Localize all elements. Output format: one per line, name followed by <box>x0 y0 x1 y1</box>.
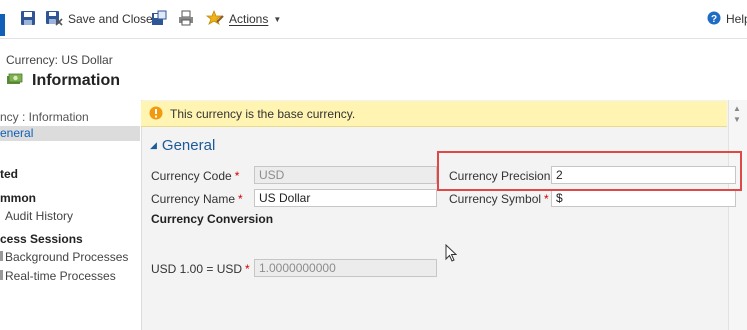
nav-section-common: mmon <box>0 191 36 205</box>
nav-item-icon <box>0 270 3 280</box>
actions-menu[interactable]: Actions ▼ <box>205 9 282 29</box>
required-marker: * <box>245 262 250 276</box>
currency-name-field[interactable]: US Dollar <box>254 189 437 207</box>
required-marker: * <box>238 192 243 206</box>
nav-item-audit-history[interactable]: Audit History <box>5 209 73 223</box>
actions-label: Actions <box>229 12 269 26</box>
notification-text: This currency is the base currency. <box>170 107 356 121</box>
warning-icon <box>149 106 163 123</box>
currency-symbol-field[interactable]: $ <box>551 189 736 207</box>
nav-item-label: Background Processes <box>5 250 129 264</box>
currency-name-label: Currency Name * <box>151 192 243 206</box>
nav-item-background-processes[interactable]: Background Processes <box>0 250 128 264</box>
scroll-up-icon[interactable]: ▲ <box>733 104 741 113</box>
form-selector[interactable]: Information <box>6 71 120 90</box>
nav-item-icon <box>0 251 3 261</box>
nav-bar-edge[interactable] <box>0 14 5 36</box>
save-and-new-button[interactable] <box>151 9 167 29</box>
save-button[interactable] <box>20 9 36 29</box>
nav-item-realtime-processes[interactable]: Real-time Processes <box>0 269 116 283</box>
notification-bar: This currency is the base currency. <box>141 101 727 127</box>
currency-entity-icon <box>6 71 24 90</box>
print-icon <box>178 10 194 29</box>
save-and-close-icon <box>45 10 63 29</box>
exchange-rate-label-text: USD 1.00 = USD <box>151 262 243 276</box>
section-header-general[interactable]: ◢ General <box>150 137 215 154</box>
form-title: Information <box>32 71 120 89</box>
chevron-down-icon: ▼ <box>273 14 282 24</box>
required-marker: * <box>234 169 240 183</box>
actions-icon <box>205 9 224 29</box>
scroll-down-icon[interactable]: ▼ <box>733 115 741 124</box>
currency-code-field[interactable]: USD <box>254 166 437 184</box>
nav-form-link[interactable]: ncy : Information <box>0 110 89 124</box>
section-title: General <box>161 137 216 154</box>
svg-text:?: ? <box>711 14 717 25</box>
help-button[interactable]: ? Help <box>707 9 747 29</box>
highlight-box <box>437 151 742 191</box>
currency-symbol-label-text: Currency Symbol <box>449 192 542 206</box>
exchange-rate-label: USD 1.00 = USD * <box>151 262 250 276</box>
nav-section-process-sessions: cess Sessions <box>0 232 83 246</box>
required-marker: * <box>544 192 549 206</box>
nav-item-general[interactable]: eneral <box>0 126 140 141</box>
currency-code-label-text: Currency Code <box>151 169 232 183</box>
save-and-close-button[interactable]: Save and Close <box>45 9 153 29</box>
record-type-label: Currency: US Dollar <box>6 53 113 67</box>
nav-section-related: ted <box>0 167 18 181</box>
print-button[interactable] <box>178 9 194 29</box>
save-new-icon <box>151 10 167 29</box>
save-icon <box>20 10 36 29</box>
mouse-cursor-icon <box>445 243 458 265</box>
currency-conversion-heading: Currency Conversion <box>151 212 274 226</box>
help-label: Help <box>726 12 747 26</box>
save-and-close-label: Save and Close <box>68 12 153 26</box>
left-navigation: ncy : Information eneral ted mmon Audit … <box>0 100 140 330</box>
currency-name-label-text: Currency Name <box>151 192 236 206</box>
currency-code-label: Currency Code * <box>151 169 239 183</box>
collapse-triangle-icon: ◢ <box>150 140 157 150</box>
nav-item-label: Real-time Processes <box>5 269 116 283</box>
scrollbar[interactable]: ▲ ▼ <box>728 100 747 330</box>
exchange-rate-field[interactable]: 1.0000000000 <box>254 259 437 277</box>
currency-symbol-label: Currency Symbol * <box>449 192 549 206</box>
help-icon: ? <box>707 11 721 28</box>
